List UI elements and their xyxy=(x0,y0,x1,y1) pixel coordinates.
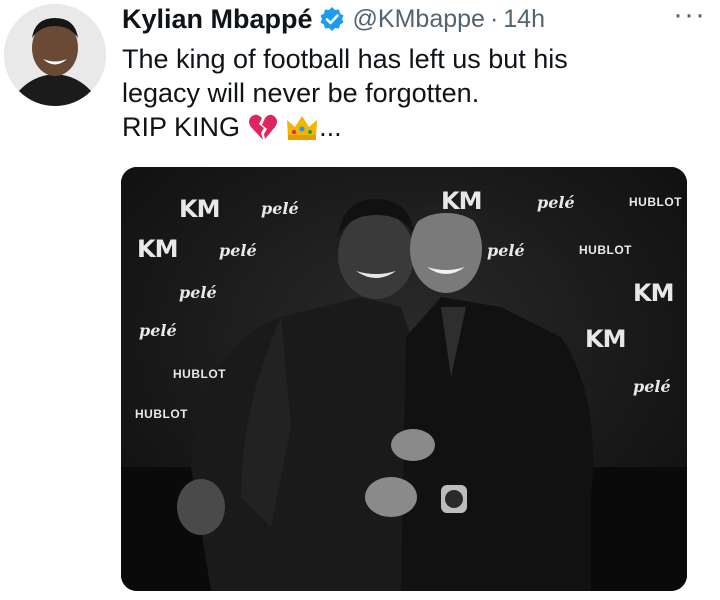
tweet-text-rip: RIP KING xyxy=(122,112,241,142)
author-name[interactable]: Kylian Mbappé xyxy=(122,4,313,35)
separator-dot: · xyxy=(489,4,499,33)
pele-logo: pelé xyxy=(487,241,525,260)
hublot-logo: HUBLOT xyxy=(579,243,632,257)
pele-logo: pelé xyxy=(139,321,177,340)
pele-logo: pelé xyxy=(633,377,671,396)
broken-heart-icon xyxy=(248,113,278,149)
timestamp[interactable]: 14h xyxy=(503,5,545,34)
pele-logo: pelé xyxy=(261,199,299,218)
tweet-header: Kylian Mbappé @KMbappe · 14h xyxy=(122,2,545,36)
km-logo: KM xyxy=(179,195,220,223)
km-logo: KM xyxy=(585,325,626,353)
crown-icon xyxy=(285,113,319,149)
hublot-logo: HUBLOT xyxy=(173,367,226,381)
pele-logo: pelé xyxy=(219,241,257,260)
pele-logo: pelé xyxy=(537,193,575,212)
tweet-text-line-2: legacy will never be forgotten. xyxy=(122,78,480,108)
tweet[interactable]: Kylian Mbappé @KMbappe · 14h ··· The kin… xyxy=(0,0,720,600)
verified-badge-icon xyxy=(319,6,345,32)
tweet-text-ellipsis: ... xyxy=(319,112,342,142)
pele-logo: pelé xyxy=(179,283,217,302)
avatar-image xyxy=(4,4,106,106)
km-logo: KM xyxy=(441,187,482,215)
author-handle[interactable]: @KMbappe xyxy=(353,5,485,34)
km-logo: KM xyxy=(137,235,178,263)
tweet-photo[interactable]: KM pelé KM pelé HUBLOT KM pelé pelé HUBL… xyxy=(121,167,687,591)
hublot-logo: HUBLOT xyxy=(135,407,188,421)
avatar[interactable] xyxy=(4,4,106,106)
more-options-icon[interactable]: ··· xyxy=(673,0,706,32)
tweet-text-line-3: RIP KING ... xyxy=(122,110,702,149)
tweet-text: The king of football has left us but his… xyxy=(122,42,702,149)
km-logo: KM xyxy=(633,279,674,307)
hublot-logo: HUBLOT xyxy=(629,195,682,209)
tweet-text-line-1: The king of football has left us but his xyxy=(122,44,568,74)
